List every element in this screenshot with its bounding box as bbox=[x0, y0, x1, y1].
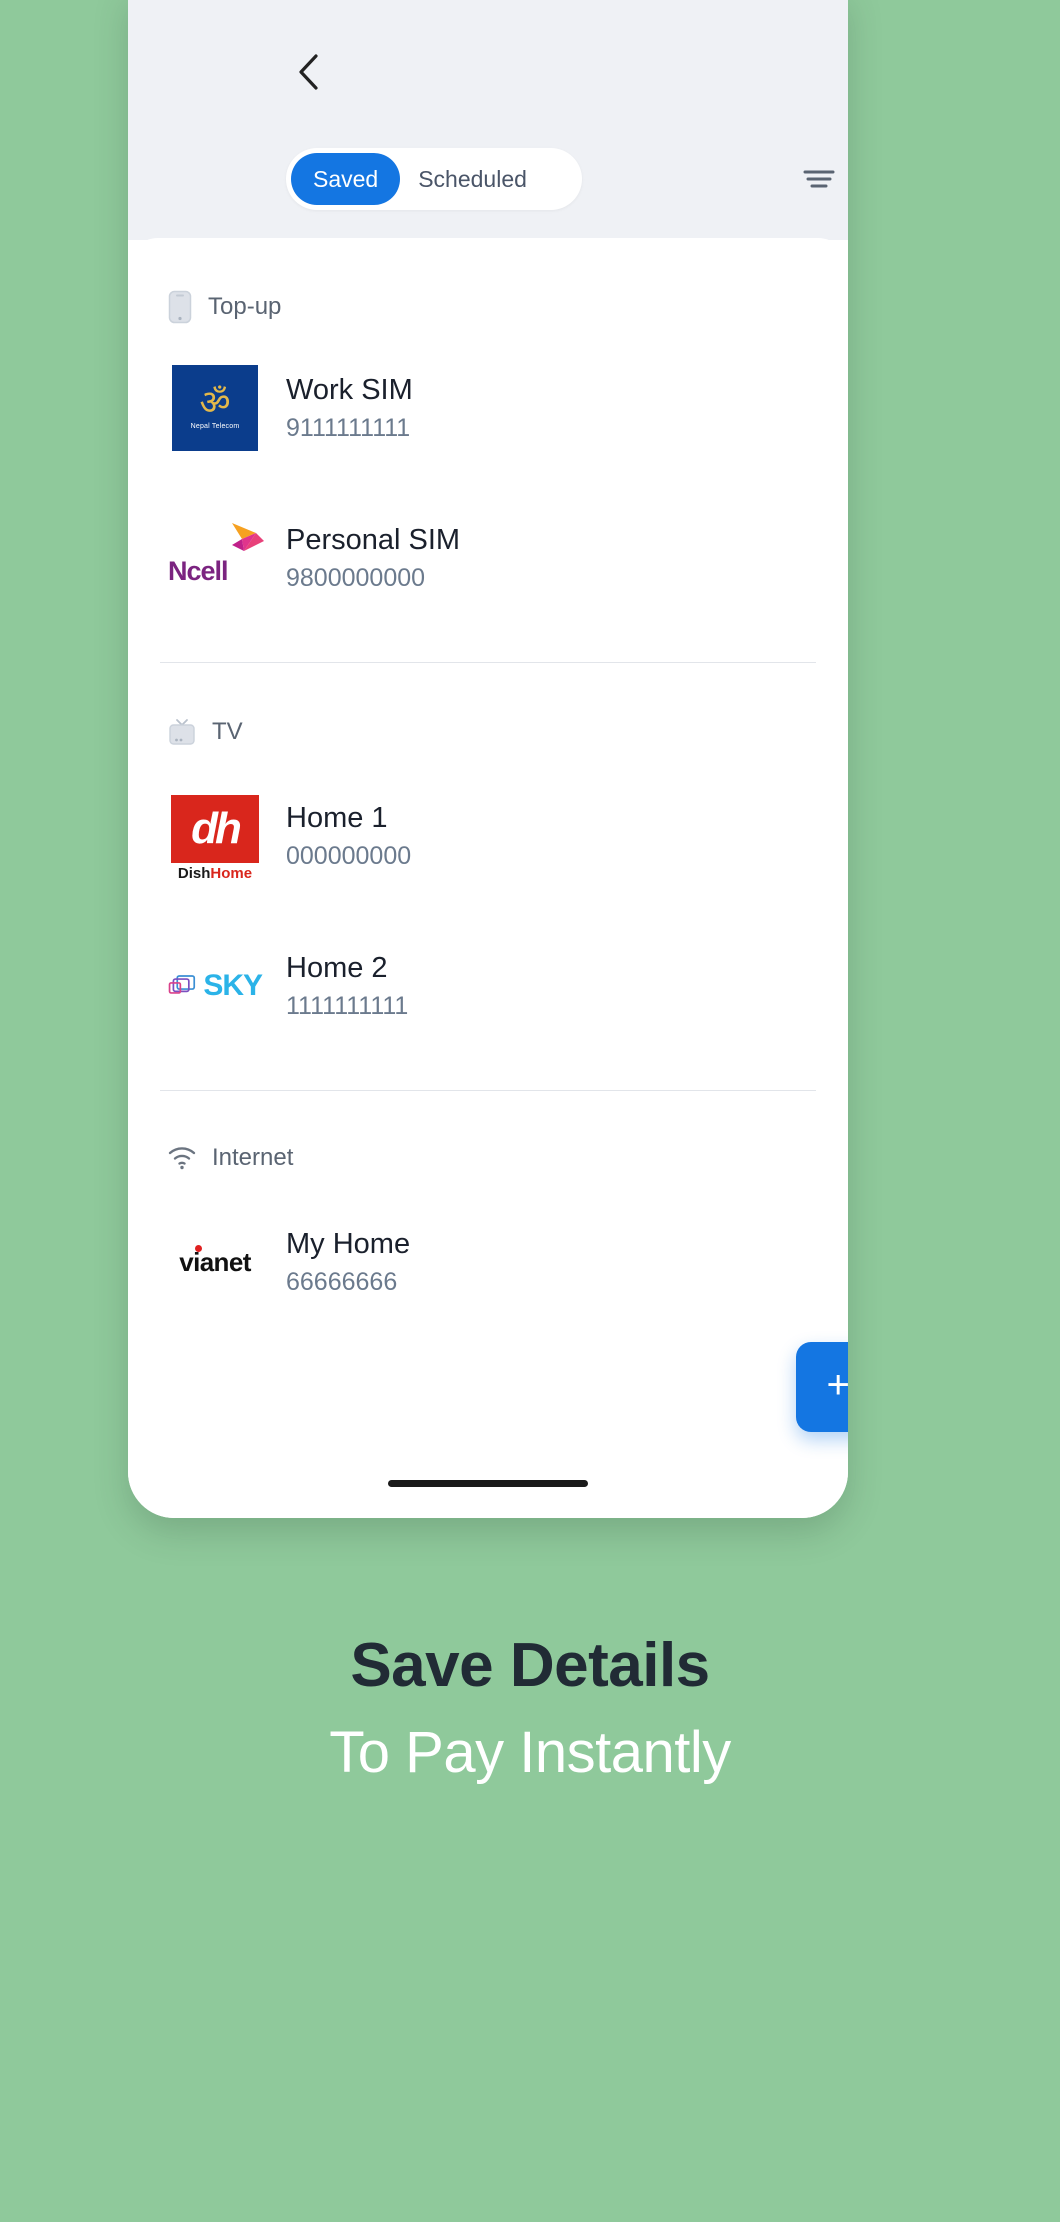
list-item[interactable]: vianet My Home 66666666 bbox=[128, 1204, 848, 1320]
promo-caption: Save Details To Pay Instantly bbox=[0, 1630, 1060, 1786]
section-divider bbox=[160, 1090, 816, 1091]
wifi-icon bbox=[168, 1147, 196, 1170]
section-header-top-up: Top-up bbox=[168, 290, 281, 324]
filter-lines-icon bbox=[803, 170, 835, 188]
item-number: 1111111111 bbox=[286, 991, 409, 1020]
section-title-internet: Internet bbox=[212, 1144, 294, 1171]
ncell-arrow-icon bbox=[232, 523, 264, 551]
television-icon bbox=[169, 719, 195, 745]
item-number: 9800000000 bbox=[286, 563, 426, 592]
item-name: Home 2 bbox=[286, 951, 388, 984]
section-title-top-up: Top-up bbox=[208, 293, 282, 320]
item-number: 66666666 bbox=[286, 1267, 398, 1296]
list-item[interactable]: Ncell Personal SIM 9800000000 bbox=[128, 500, 848, 616]
vianet-wordmark: vianet bbox=[179, 1246, 251, 1277]
section-header-tv: TV bbox=[168, 718, 243, 746]
list-item[interactable]: ॐ Nepal Telecom Work SIM 9111111111 bbox=[128, 350, 848, 466]
home-indicator bbox=[388, 1480, 588, 1487]
brand-logo-sky: SKY bbox=[168, 939, 263, 1033]
add-button[interactable]: + Add bbox=[796, 1342, 848, 1432]
phone-mockup: Saved Scheduled Filter Top-up ॐ bbox=[128, 0, 848, 1518]
brand-logo-nepal-telecom: ॐ Nepal Telecom bbox=[168, 361, 262, 455]
sky-wordmark: SKY bbox=[203, 969, 263, 1002]
brand-logo-dishhome: dh DishHome bbox=[168, 789, 262, 883]
item-name: Personal SIM bbox=[286, 523, 461, 556]
list-item[interactable]: dh DishHome Home 1 000000000 bbox=[128, 778, 848, 894]
list-item[interactable]: SKY Home 2 1111111111 bbox=[128, 928, 848, 1044]
tab-switcher[interactable]: Saved Scheduled bbox=[286, 148, 582, 210]
ntc-emblem: ॐ bbox=[199, 384, 231, 422]
filter-button[interactable]: Filter bbox=[802, 150, 848, 208]
item-name: My Home bbox=[286, 1227, 411, 1260]
back-button[interactable] bbox=[286, 46, 330, 98]
sky-screens-icon bbox=[168, 975, 196, 994]
plus-icon: + bbox=[826, 1363, 848, 1407]
ntc-wordmark: Nepal Telecom bbox=[190, 423, 240, 430]
caption-line-2: To Pay Instantly bbox=[329, 1720, 731, 1785]
mobile-phone-icon bbox=[168, 290, 192, 324]
vianet-dot bbox=[195, 1244, 203, 1252]
brand-logo-vianet: vianet bbox=[168, 1215, 262, 1309]
caption-line-1: Save Details bbox=[350, 1631, 710, 1700]
tab-scheduled[interactable]: Scheduled bbox=[400, 153, 545, 205]
dishhome-word-dish: Dish bbox=[177, 865, 211, 882]
item-number: 000000000 bbox=[286, 841, 412, 870]
dishhome-word-home: Home bbox=[210, 865, 253, 882]
item-name: Home 1 bbox=[286, 801, 388, 834]
item-name: Work SIM bbox=[286, 373, 413, 406]
section-title-tv: TV bbox=[212, 718, 243, 745]
section-divider bbox=[160, 662, 816, 663]
brand-logo-ncell: Ncell bbox=[168, 511, 264, 605]
section-header-internet: Internet bbox=[168, 1144, 293, 1172]
dishhome-mark: dh bbox=[171, 795, 259, 863]
chevron-left-icon bbox=[299, 54, 318, 90]
item-number: 9111111111 bbox=[286, 413, 411, 442]
tab-saved[interactable]: Saved bbox=[291, 153, 401, 205]
ncell-wordmark: Ncell bbox=[168, 556, 229, 586]
saved-list-sheet: Top-up ॐ Nepal Telecom Work SIM 91111111… bbox=[128, 238, 848, 1518]
